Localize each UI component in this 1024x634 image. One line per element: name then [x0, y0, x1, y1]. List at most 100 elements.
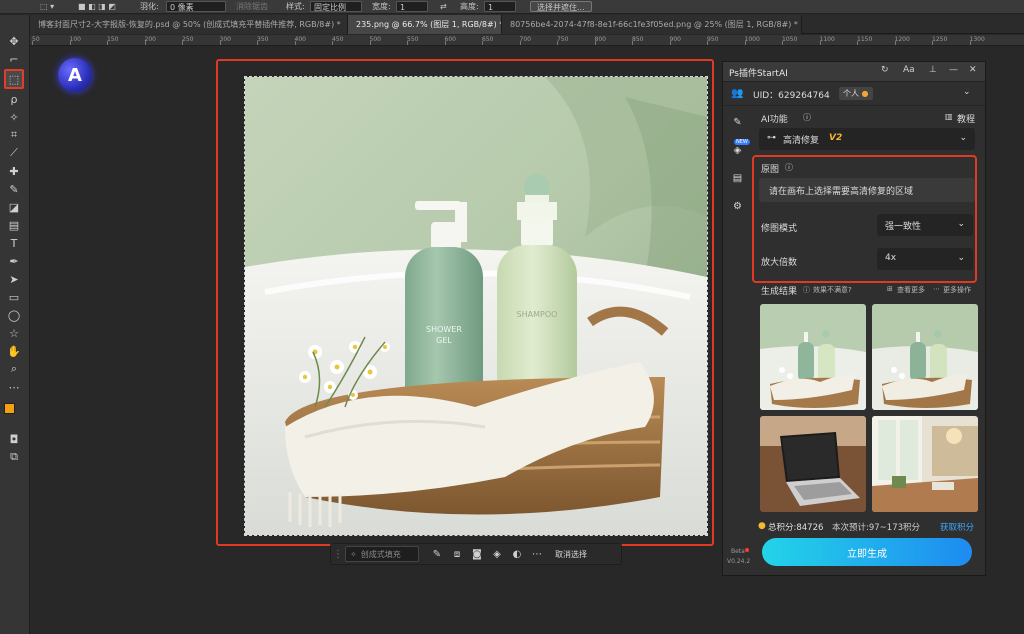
ruler-tick-mark — [144, 41, 146, 45]
brush-tool-icon[interactable]: ✎ — [6, 181, 22, 197]
more-operations-link[interactable]: 更多操作 — [943, 285, 971, 295]
pin-icon[interactable]: ⊥ — [929, 65, 937, 75]
select-and-mask-button[interactable]: 选择并遮住... — [530, 1, 592, 12]
modify-selection-icon[interactable]: ✎ — [427, 545, 447, 563]
ruler-tick-mark — [744, 41, 746, 45]
edit-toolbar-icon[interactable]: ⋯ — [6, 379, 22, 395]
antialias-checkbox-label[interactable]: 消除锯齿 — [236, 1, 268, 12]
pen-tool-icon[interactable]: ✒ — [6, 253, 22, 269]
transform-selection-icon[interactable]: ⧈ — [447, 545, 467, 563]
edit-feature-icon[interactable]: ✎ — [731, 116, 744, 129]
document-feature-icon[interactable]: ▤ — [731, 172, 744, 185]
ruler-tick-mark — [219, 41, 221, 45]
settings-gear-icon[interactable]: ⚙ — [731, 200, 744, 213]
deselect-button[interactable]: 取消选择 — [555, 549, 587, 560]
unsatisfied-link[interactable]: 效果不满意? — [813, 285, 852, 295]
feature-name: 高清修复 — [783, 136, 820, 146]
width-input[interactable]: 1 — [396, 1, 428, 12]
ruler-tick-label: 250 — [182, 36, 194, 43]
marquee-options-icon[interactable]: ⬚ ▾ — [40, 1, 54, 12]
ruler-tick-mark — [107, 41, 108, 45]
gradient-tool-icon[interactable]: ▤ — [6, 217, 22, 233]
ruler-tick-label: 150 — [107, 36, 119, 43]
generative-fill-button[interactable]: ✧ 创成式填充 — [345, 546, 419, 562]
selection-mode-icons[interactable]: ■ ◧ ◨ ◩ — [78, 1, 116, 12]
layers-feature-icon[interactable]: ◈ — [731, 144, 744, 157]
ruler-tick-label: 1000 — [744, 36, 760, 43]
startai-logo-icon: A — [58, 58, 92, 92]
total-points-label: 总积分:84726 — [768, 523, 824, 533]
eyedropper-tool-icon[interactable]: ⟋ — [6, 145, 22, 161]
result-image-room — [872, 416, 978, 512]
tab-document-1[interactable]: 博客封面尺寸2-大字报版-恢复的.psd @ 50% (创成式填充平替插件推荐,… — [30, 15, 348, 34]
result-thumbnail-2[interactable] — [872, 304, 978, 410]
artboard-tool-icon[interactable]: ⌐ — [6, 51, 22, 67]
minimize-icon[interactable]: — — [949, 65, 958, 75]
magic-wand-tool-icon[interactable]: ✧ — [6, 109, 22, 125]
chevron-down-icon[interactable]: ⌄ — [963, 87, 971, 97]
ruler-tick-mark — [294, 41, 296, 45]
refresh-icon[interactable]: ↻ — [881, 65, 889, 75]
product-photo: SHOWER GEL SHAMPOO — [245, 77, 707, 535]
ruler-tick-mark — [669, 41, 671, 45]
ai-function-label: AI功能 — [761, 115, 788, 125]
tutorial-book-icon[interactable]: ▥ — [945, 112, 953, 121]
more-dots-icon: ⋯ — [933, 285, 940, 293]
feature-select[interactable]: ⊶ 高清修复 V2 ⌄ — [759, 128, 975, 150]
user-info-row: 👥 UID：629264764 个人 ● ⌄ — [723, 82, 985, 106]
swap-icon[interactable]: ⇄ — [440, 1, 447, 12]
close-icon[interactable]: ✕ — [969, 65, 977, 75]
type-tool-icon[interactable]: T — [6, 235, 22, 251]
height-input[interactable]: 1 — [484, 1, 516, 12]
style-select[interactable]: 固定比例 — [310, 1, 362, 12]
get-points-link[interactable]: 获取积分 — [940, 521, 974, 533]
info-icon[interactable]: ⓘ — [803, 112, 811, 123]
more-options-icon[interactable]: ⋯ — [527, 545, 547, 563]
tab-document-2[interactable]: 235.png @ 66.7% (图层 1, RGB/8#) *× — [348, 15, 502, 34]
crop-tool-icon[interactable]: ⌗ — [6, 127, 22, 143]
healing-brush-tool-icon[interactable]: ✚ — [6, 163, 22, 179]
fill-selection-icon[interactable]: ◈ — [487, 545, 507, 563]
tab-document-3[interactable]: 80756be4-2074-47f8-8e1f-66c1fe3f05ed.png… — [502, 15, 802, 34]
feature-version: V2 — [829, 133, 843, 143]
rectangular-marquee-tool-icon[interactable]: ⬚ — [4, 69, 24, 89]
result-thumbnail-3[interactable] — [760, 416, 866, 512]
ruler-tick-mark — [332, 41, 333, 45]
generate-now-button[interactable]: 立即生成 — [762, 538, 972, 566]
document-tabs: 博客封面尺寸2-大字报版-恢复的.psd @ 50% (创成式填充平替插件推荐,… — [30, 15, 1024, 34]
ruler-tick-mark — [594, 41, 596, 45]
document-canvas[interactable]: SHOWER GEL SHAMPOO — [244, 76, 708, 536]
quick-mask-icon[interactable]: ◘ — [6, 431, 22, 447]
drag-handle-icon[interactable]: ⋮ — [331, 545, 345, 563]
eraser-tool-icon[interactable]: ◪ — [6, 199, 22, 215]
mask-icon[interactable]: ◙ — [467, 545, 487, 563]
path-selection-tool-icon[interactable]: ➤ — [6, 271, 22, 287]
screen-mode-icon[interactable]: ⧉ — [6, 449, 22, 465]
tutorial-link[interactable]: 教程 — [957, 112, 975, 125]
feather-input[interactable]: 0 像素 — [166, 1, 226, 12]
zoom-tool-icon[interactable]: ⌕ — [6, 361, 22, 377]
foreground-color-swatch[interactable] — [4, 403, 15, 414]
ruler-tick-mark — [819, 41, 821, 45]
feature-link-icon: ⊶ — [767, 133, 776, 143]
view-more-link[interactable]: 查看更多 — [897, 285, 925, 295]
custom-shape-tool-icon[interactable]: ☆ — [6, 325, 22, 341]
result-thumbnail-4[interactable] — [872, 416, 978, 512]
adjustment-layer-icon[interactable]: ◐ — [507, 545, 527, 563]
info-icon: ⓘ — [803, 286, 810, 294]
uid-label: UID：629264764 — [753, 91, 830, 101]
width-label: 宽度: — [372, 2, 391, 11]
ellipse-tool-icon[interactable]: ◯ — [6, 307, 22, 323]
move-tool-icon[interactable]: ✥ — [6, 33, 22, 49]
shampoo-label: SHAMPOO — [517, 310, 558, 319]
lasso-tool-icon[interactable]: ρ — [6, 91, 22, 107]
font-size-icon[interactable]: Aa — [903, 65, 915, 75]
ruler-tick-label: 700 — [519, 36, 531, 43]
hand-tool-icon[interactable]: ✋ — [6, 343, 22, 359]
ruler-tick-label: 550 — [407, 36, 419, 43]
rectangle-tool-icon[interactable]: ▭ — [6, 289, 22, 305]
panel-title-bar: Ps插件StartAI ↻ Aa ⊥ — ✕ — [723, 62, 985, 82]
result-thumbnail-1[interactable] — [760, 304, 866, 410]
ruler-tick-mark — [932, 41, 933, 45]
account-type-badge[interactable]: 个人 ● — [839, 87, 873, 100]
